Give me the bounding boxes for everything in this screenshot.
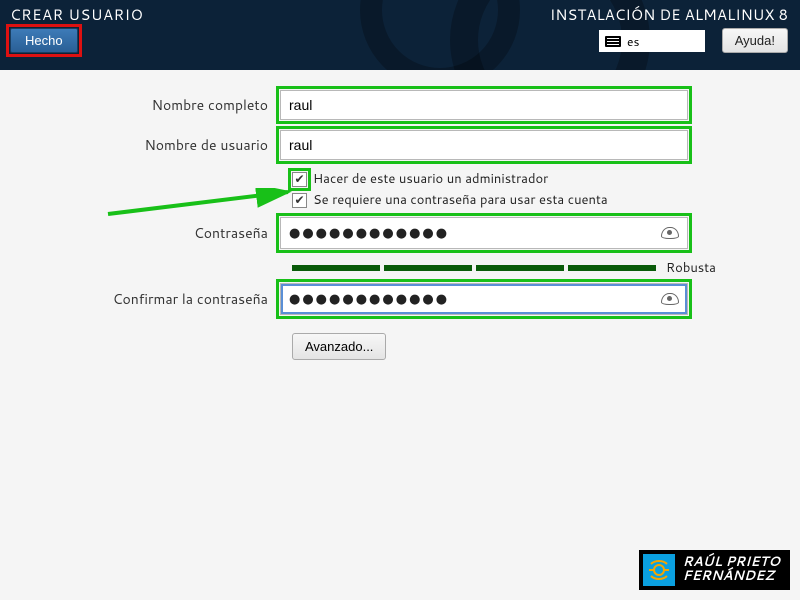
watermark-line2: FERNÁNDEZ	[683, 567, 774, 585]
password-mask: ●●●●●●●●●●●●	[289, 290, 449, 308]
eye-icon[interactable]	[661, 293, 679, 305]
meter-segment	[292, 265, 380, 271]
header-bar: CREAR USUARIO INSTALACIÓN DE ALMALINUX 8…	[0, 0, 800, 70]
help-button[interactable]: Ayuda!	[722, 28, 788, 53]
admin-checkbox-label: Hacer de este usuario un administrador	[313, 170, 548, 188]
confirm-password-label: Confirmar la contraseña	[0, 289, 280, 309]
username-label: Nombre de usuario	[0, 135, 280, 155]
done-highlight: Hecho	[6, 24, 82, 57]
page-title: CREAR USUARIO	[10, 4, 143, 25]
meter-segment	[568, 265, 656, 271]
password-input[interactable]: ●●●●●●●●●●●●	[280, 217, 688, 249]
username-input[interactable]	[280, 130, 688, 160]
keyboard-layout-label: es	[627, 33, 639, 50]
keyboard-layout-indicator[interactable]: es	[599, 30, 705, 52]
watermark-icon	[643, 554, 675, 586]
require-password-checkbox[interactable]: ✔	[292, 193, 307, 208]
watermark: RAÚL PRIETO FERNÁNDEZ	[639, 550, 790, 590]
meter-segment	[476, 265, 564, 271]
password-mask: ●●●●●●●●●●●●	[289, 224, 449, 242]
create-user-form: Nombre completo Nombre de usuario ✔ Hace…	[0, 90, 800, 360]
keyboard-icon	[605, 36, 621, 47]
require-password-checkbox-label: Se requiere una contraseña para usar est…	[313, 191, 608, 209]
done-button[interactable]: Hecho	[10, 28, 78, 53]
password-strength-label: Robusta	[666, 259, 716, 277]
watermark-text: RAÚL PRIETO FERNÁNDEZ	[683, 556, 780, 583]
password-label: Contraseña	[0, 223, 280, 243]
installer-title: INSTALACIÓN DE ALMALINUX 8	[550, 4, 788, 25]
fullname-label: Nombre completo	[0, 95, 280, 115]
advanced-button[interactable]: Avanzado...	[292, 333, 386, 360]
confirm-password-input[interactable]: ●●●●●●●●●●●●	[280, 283, 688, 315]
admin-checkbox[interactable]: ✔	[292, 172, 307, 187]
meter-segment	[384, 265, 472, 271]
fullname-input[interactable]	[280, 90, 688, 120]
password-strength-meter: Robusta	[292, 259, 800, 277]
eye-icon[interactable]	[661, 227, 679, 239]
